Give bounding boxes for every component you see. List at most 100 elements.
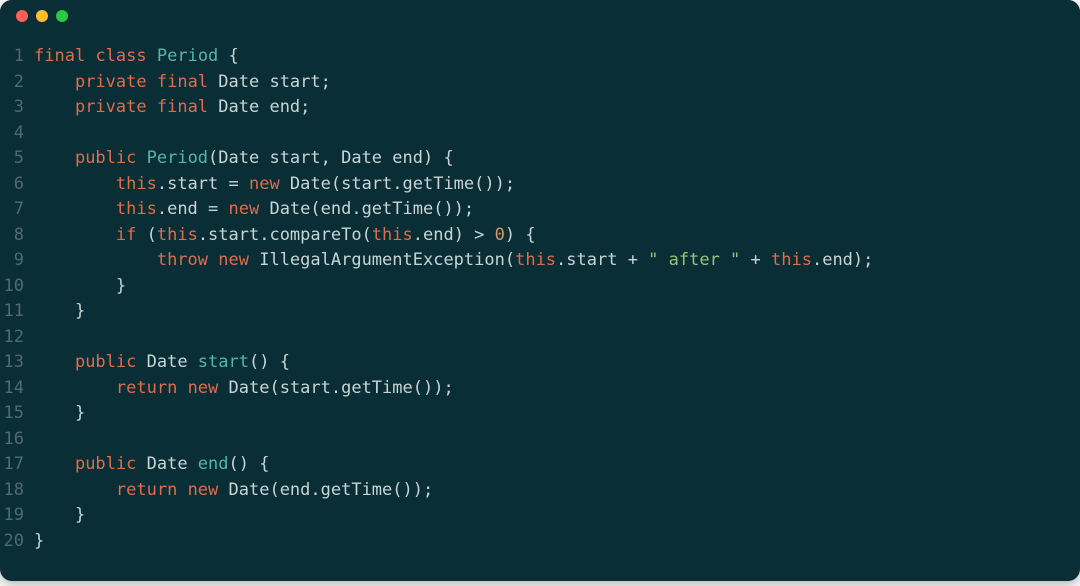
code-token: {	[218, 46, 238, 66]
code-token: }	[75, 505, 85, 525]
line-number: 1	[0, 44, 34, 70]
line-content: throw new IllegalArgumentException(this.…	[34, 248, 873, 274]
code-token: Date	[136, 454, 197, 474]
code-line: 9 throw new IllegalArgumentException(thi…	[0, 248, 1080, 274]
code-token	[208, 250, 218, 270]
code-token	[147, 46, 157, 66]
code-token: }	[75, 403, 85, 423]
code-token: .start +	[556, 250, 648, 270]
code-token	[147, 72, 157, 92]
titlebar	[0, 0, 1080, 32]
code-token: (Date start, Date end) {	[208, 148, 454, 168]
line-number: 5	[0, 146, 34, 172]
code-token: this	[157, 225, 198, 245]
code-token	[177, 378, 187, 398]
code-token: Date end;	[208, 97, 310, 117]
code-line: 13 public Date start() {	[0, 350, 1080, 376]
line-number: 15	[0, 401, 34, 427]
code-token: .end);	[812, 250, 873, 270]
line-content: public Date start() {	[34, 350, 290, 376]
code-token: }	[75, 301, 85, 321]
code-token: this	[116, 199, 157, 219]
code-token: () {	[229, 454, 270, 474]
code-token: end	[198, 454, 229, 474]
line-number: 9	[0, 248, 34, 274]
code-line: 17 public Date end() {	[0, 452, 1080, 478]
code-line: 19 }	[0, 503, 1080, 529]
code-token: this	[116, 174, 157, 194]
code-line: 10 }	[0, 274, 1080, 300]
code-token: public	[75, 352, 136, 372]
code-token: }	[116, 276, 126, 296]
line-number: 3	[0, 95, 34, 121]
code-line: 12	[0, 325, 1080, 351]
code-token: new	[249, 174, 280, 194]
code-token: private	[75, 72, 147, 92]
line-content: private final Date start;	[34, 70, 331, 96]
code-line: 18 return new Date(end.getTime());	[0, 478, 1080, 504]
line-content: }	[34, 274, 126, 300]
code-token: 0	[495, 225, 505, 245]
code-line: 1final class Period {	[0, 44, 1080, 70]
line-content: return new Date(end.getTime());	[34, 478, 433, 504]
code-token	[136, 148, 146, 168]
code-line: 11 }	[0, 299, 1080, 325]
line-number: 19	[0, 503, 34, 529]
line-content: }	[34, 401, 85, 427]
code-token: start	[198, 352, 249, 372]
line-content: public Date end() {	[34, 452, 269, 478]
code-window: 1final class Period {2 private final Dat…	[0, 0, 1080, 581]
code-token: new	[218, 250, 249, 270]
code-line: 15 }	[0, 401, 1080, 427]
code-line: 5 public Period(Date start, Date end) {	[0, 146, 1080, 172]
line-number: 11	[0, 299, 34, 325]
line-number: 16	[0, 427, 34, 453]
code-token: throw	[157, 250, 208, 270]
code-token: this	[771, 250, 812, 270]
line-content: }	[34, 299, 85, 325]
code-area: 1final class Period {2 private final Dat…	[0, 32, 1080, 574]
code-token: final	[157, 97, 208, 117]
code-token: class	[95, 46, 146, 66]
code-token: final	[157, 72, 208, 92]
code-line: 14 return new Date(start.getTime());	[0, 376, 1080, 402]
line-number: 2	[0, 70, 34, 96]
line-content: }	[34, 529, 44, 555]
code-line: 2 private final Date start;	[0, 70, 1080, 96]
line-number: 13	[0, 350, 34, 376]
code-token: () {	[249, 352, 290, 372]
code-line: 4	[0, 121, 1080, 147]
code-token: +	[740, 250, 771, 270]
line-content: public Period(Date start, Date end) {	[34, 146, 454, 172]
code-token	[147, 97, 157, 117]
code-token: this	[515, 250, 556, 270]
line-number: 12	[0, 325, 34, 351]
zoom-icon[interactable]	[56, 10, 68, 22]
line-content	[34, 325, 44, 351]
code-token: IllegalArgumentException(	[249, 250, 515, 270]
line-content: this.start = new Date(start.getTime());	[34, 172, 515, 198]
code-token: if	[116, 225, 136, 245]
code-token: Date(start.getTime());	[218, 378, 453, 398]
code-token: new	[188, 378, 219, 398]
code-token: .end =	[157, 199, 229, 219]
line-content: private final Date end;	[34, 95, 310, 121]
line-number: 10	[0, 274, 34, 300]
code-token: return	[116, 378, 177, 398]
line-number: 14	[0, 376, 34, 402]
line-content: if (this.start.compareTo(this.end) > 0) …	[34, 223, 536, 249]
close-icon[interactable]	[16, 10, 28, 22]
code-token	[177, 480, 187, 500]
minimize-icon[interactable]	[36, 10, 48, 22]
line-number: 7	[0, 197, 34, 223]
line-content: final class Period {	[34, 44, 239, 70]
line-number: 4	[0, 121, 34, 147]
line-content: }	[34, 503, 85, 529]
line-number: 20	[0, 529, 34, 555]
code-line: 7 this.end = new Date(end.getTime());	[0, 197, 1080, 223]
code-token: this	[372, 225, 413, 245]
code-line: 16	[0, 427, 1080, 453]
code-line: 6 this.start = new Date(start.getTime())…	[0, 172, 1080, 198]
line-number: 6	[0, 172, 34, 198]
code-token: final	[34, 46, 85, 66]
